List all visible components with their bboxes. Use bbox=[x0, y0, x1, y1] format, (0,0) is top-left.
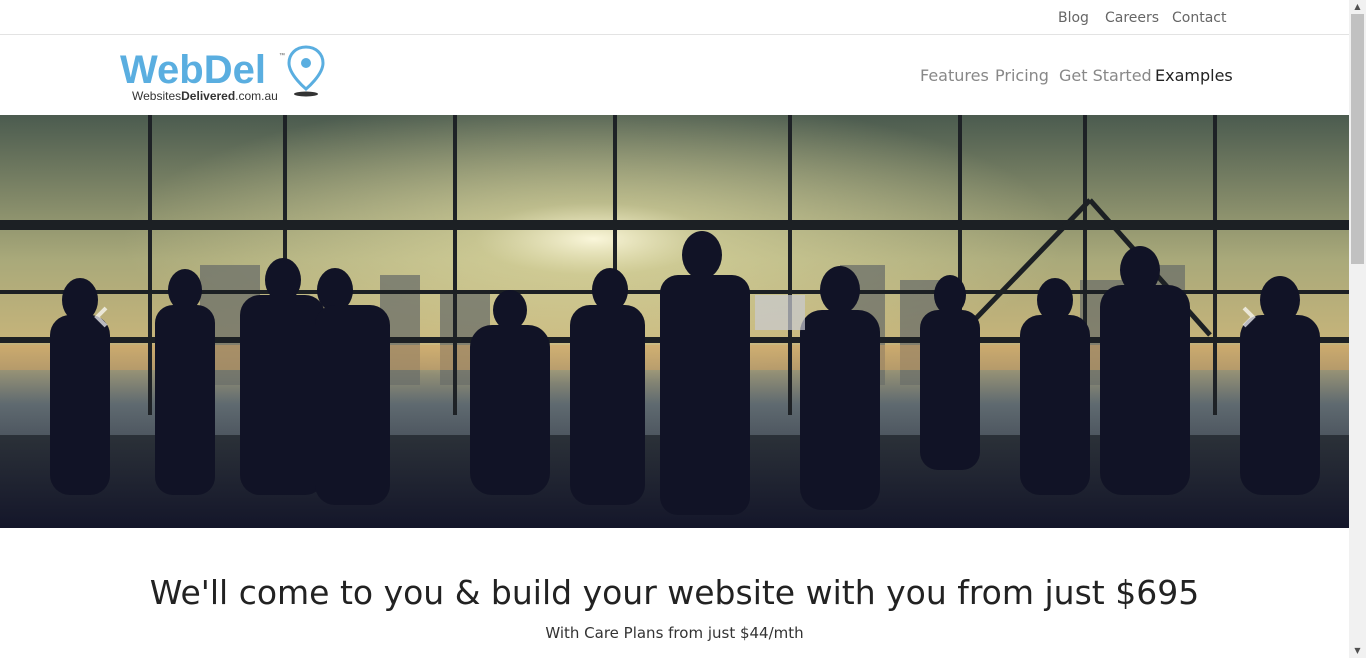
chevron-right-icon bbox=[1242, 306, 1256, 328]
nav-features[interactable]: Features bbox=[920, 66, 989, 85]
logo-brand: WebDel bbox=[120, 48, 266, 92]
nav-pricing[interactable]: Pricing bbox=[995, 66, 1049, 85]
logo-tagline: WebsitesDelivered.com.au bbox=[132, 89, 278, 103]
nav-examples[interactable]: Examples bbox=[1155, 66, 1233, 85]
hero-subtitle: With Care Plans from just $44/mth bbox=[545, 624, 804, 642]
page: Blog Careers Contact WebDel ™ WebsitesDe… bbox=[0, 0, 1349, 658]
scrollbar-thumb[interactable] bbox=[1351, 14, 1364, 264]
carousel-prev-control[interactable] bbox=[82, 297, 122, 337]
nav-get-started[interactable]: Get Started bbox=[1059, 66, 1152, 85]
main-navbar: WebDel ™ WebsitesDelivered.com.au Featur… bbox=[0, 35, 1349, 115]
chevron-left-icon bbox=[94, 306, 108, 328]
location-pin-icon bbox=[287, 45, 325, 97]
logo-tm: ™ bbox=[279, 52, 285, 59]
carousel-next-control[interactable] bbox=[1228, 297, 1268, 337]
scroll-down-arrow-icon[interactable]: ▼ bbox=[1349, 644, 1366, 658]
hero-carousel bbox=[0, 115, 1349, 528]
hero-title: We'll come to you & build your website w… bbox=[149, 573, 1200, 612]
utility-bar: Blog Careers Contact bbox=[0, 0, 1349, 35]
careers-link[interactable]: Careers bbox=[1105, 10, 1159, 26]
scroll-up-arrow-icon[interactable]: ▲ bbox=[1349, 0, 1366, 14]
office-silhouette-photo bbox=[0, 115, 1349, 528]
contact-link[interactable]: Contact bbox=[1172, 10, 1226, 26]
blog-link[interactable]: Blog bbox=[1058, 10, 1089, 26]
webdel-logo[interactable]: WebDel ™ WebsitesDelivered.com.au bbox=[118, 45, 328, 107]
